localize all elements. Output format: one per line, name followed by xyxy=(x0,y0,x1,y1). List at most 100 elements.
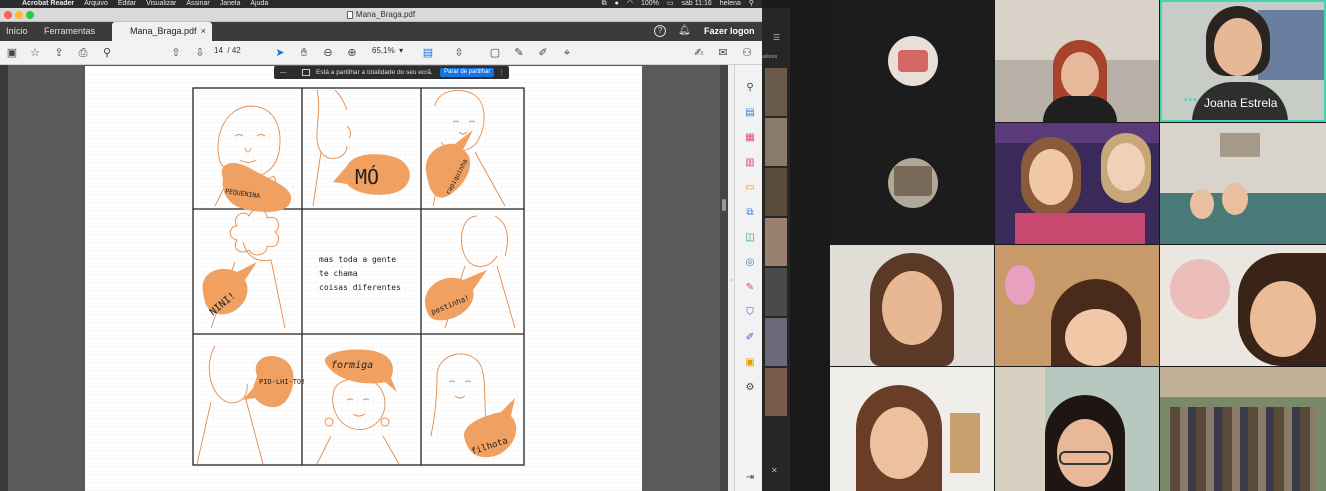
strip-thumbnail[interactable] xyxy=(765,68,787,116)
page-current[interactable]: 14 xyxy=(214,46,223,55)
save-icon[interactable]: ▣ xyxy=(5,46,19,60)
protect-icon[interactable]: ⛉ xyxy=(743,306,757,320)
mail-icon[interactable]: ✉ xyxy=(716,46,730,60)
zoom-in-icon[interactable]: ⊕ xyxy=(345,46,359,60)
strip-label: adores xyxy=(762,54,778,60)
organize-pages-icon[interactable]: ▦ xyxy=(743,131,757,145)
participant-tile[interactable] xyxy=(1160,245,1326,366)
strip-thumbnail[interactable] xyxy=(765,218,787,266)
page-down-icon[interactable]: ⇩ xyxy=(193,46,207,60)
battery-icon[interactable]: ▭ xyxy=(667,0,674,8)
right-tools-rail: ⚲ ▤ ▦ ▥ ▭ ⧉ ◫ ◎ ✎ ⛉ ✐ ▣ ⚙ ⇥ xyxy=(734,65,762,491)
share-screen-icon xyxy=(302,69,310,76)
menu-ajuda[interactable]: Ajuda xyxy=(250,0,268,8)
edit-pdf-icon[interactable]: ▥ xyxy=(743,156,757,170)
request-signature-icon[interactable]: ✐ xyxy=(743,331,757,345)
strip-thumbnail[interactable] xyxy=(765,268,787,316)
collapse-rail-icon[interactable]: ⇥ xyxy=(743,471,757,485)
draw-icon[interactable]: ✐ xyxy=(536,46,550,60)
fill-sign-icon[interactable]: ✎ xyxy=(743,281,757,295)
find-icon[interactable]: ⚲ xyxy=(100,46,114,60)
battery-text[interactable]: 100% xyxy=(641,0,659,8)
collapse-panel-icon[interactable]: ◂ xyxy=(729,276,733,284)
wifi-icon[interactable]: ◠ xyxy=(627,0,633,8)
scrollbar-thumb[interactable] xyxy=(722,199,726,211)
user-name[interactable]: helena xyxy=(720,0,741,8)
stop-sharing-button[interactable]: Parar de partilhar xyxy=(440,68,495,77)
zoom-select[interactable]: 65,1% ▾ xyxy=(372,46,403,55)
participant-tile[interactable] xyxy=(1160,367,1326,491)
participant-tile[interactable] xyxy=(830,0,994,122)
tab-document-label: Mana_Braga.pdf xyxy=(130,26,197,36)
participant-tile[interactable] xyxy=(830,245,994,366)
call-side-strip: ☰ adores ✕ xyxy=(762,8,790,491)
comment-icon[interactable]: ▢ xyxy=(488,46,502,60)
tab-document[interactable]: Mana_Braga.pdf × xyxy=(112,22,212,41)
scan-icon[interactable]: ◫ xyxy=(743,231,757,245)
stamp-icon[interactable]: ⌖ xyxy=(560,46,574,60)
mic-icon[interactable]: ● xyxy=(615,0,619,8)
strip-thumbnail[interactable] xyxy=(765,118,787,166)
share-more-icon[interactable]: ⋮ xyxy=(499,66,506,79)
screen: Acrobat Reader Arquivo Editar Visualizar… xyxy=(0,0,1326,491)
strip-thumbnail[interactable] xyxy=(765,168,787,216)
tab-tools[interactable]: Ferramentas xyxy=(44,26,95,36)
participant-tile[interactable] xyxy=(830,123,994,244)
close-strip-icon[interactable]: ✕ xyxy=(771,466,778,475)
scroll-mode-icon[interactable]: ⇳ xyxy=(452,46,466,60)
vertical-scrollbar[interactable] xyxy=(720,65,728,491)
login-button[interactable]: Fazer logon xyxy=(704,26,755,36)
strip-thumbnail[interactable] xyxy=(765,318,787,366)
left-panel-edge[interactable] xyxy=(0,65,8,491)
menu-arquivo[interactable]: Arquivo xyxy=(84,0,108,8)
participant-tile[interactable] xyxy=(995,245,1159,366)
add-user-icon[interactable]: ⚇ xyxy=(740,46,754,60)
export-pdf-icon[interactable]: ▤ xyxy=(743,106,757,120)
fit-page-icon[interactable]: ▤ xyxy=(421,46,435,60)
tab-bar: Início Ferramentas Mana_Braga.pdf × ? 🔔︎… xyxy=(0,22,762,41)
send-for-review-icon[interactable]: ▣ xyxy=(743,356,757,370)
hand-icon[interactable]: ✋︎ xyxy=(297,46,311,60)
pdf-page[interactable]: PEQUENINA MÓ rapiquinha NINI! pestinha! … xyxy=(85,66,642,491)
menu-app-name[interactable]: Acrobat Reader xyxy=(22,0,74,8)
participant-tile[interactable] xyxy=(995,367,1159,491)
page-separator: / xyxy=(227,46,230,55)
participant-tile[interactable] xyxy=(1160,123,1326,244)
caption-line-1: mas toda a gente xyxy=(319,255,396,264)
active-speaker-tile[interactable]: ••• Joana Estrela xyxy=(1160,0,1326,122)
menu-visualizar[interactable]: Visualizar xyxy=(146,0,176,8)
clock-text[interactable]: sáb 11:16 xyxy=(682,0,712,8)
share-message: Está a partilhar a totalidade do seu ecr… xyxy=(316,69,433,76)
menu-assinar[interactable]: Assinar xyxy=(186,0,209,8)
strip-thumbnail[interactable] xyxy=(765,368,787,416)
upload-icon[interactable]: ⇪ xyxy=(52,46,66,60)
caption-line-3: coisas diferentes xyxy=(319,283,401,292)
menu-janela[interactable]: Janela xyxy=(220,0,241,8)
search-icon[interactable]: ⚲ xyxy=(749,0,754,8)
search-tool-icon[interactable]: ⚲ xyxy=(743,81,757,95)
highlight-pen-icon[interactable]: ✎ xyxy=(512,46,526,60)
speaking-indicator-icon: ••• xyxy=(1184,95,1198,106)
comment-tool-icon[interactable]: ▭ xyxy=(743,181,757,195)
page-up-icon[interactable]: ⇧ xyxy=(169,46,183,60)
page-indicator[interactable]: 14 / 42 xyxy=(214,46,241,55)
menu-editar[interactable]: Editar xyxy=(118,0,136,8)
print-icon[interactable]: ⎙ xyxy=(76,46,90,60)
share-minimize-button[interactable]: — xyxy=(280,66,287,79)
menu-icon[interactable]: ☰ xyxy=(773,33,780,42)
more-tools-icon[interactable]: ⚙ xyxy=(743,381,757,395)
zoom-out-icon[interactable]: ⊖ xyxy=(321,46,335,60)
compress-icon[interactable]: ◎ xyxy=(743,256,757,270)
participant-tile[interactable] xyxy=(995,0,1159,122)
help-icon[interactable]: ? xyxy=(654,25,666,37)
participant-tile[interactable] xyxy=(995,123,1159,244)
select-cursor-icon[interactable]: ➤ xyxy=(273,46,287,60)
screen-share-icon[interactable]: ⧉ xyxy=(602,0,607,8)
participant-tile[interactable] xyxy=(830,367,994,491)
sign-icon[interactable]: ✍︎ xyxy=(692,46,706,60)
tab-home[interactable]: Início xyxy=(6,26,28,36)
combine-files-icon[interactable]: ⧉ xyxy=(743,206,757,220)
bell-icon[interactable]: 🔔︎ xyxy=(678,25,691,36)
star-icon[interactable]: ☆ xyxy=(28,46,42,60)
tab-close-icon[interactable]: × xyxy=(201,26,206,36)
